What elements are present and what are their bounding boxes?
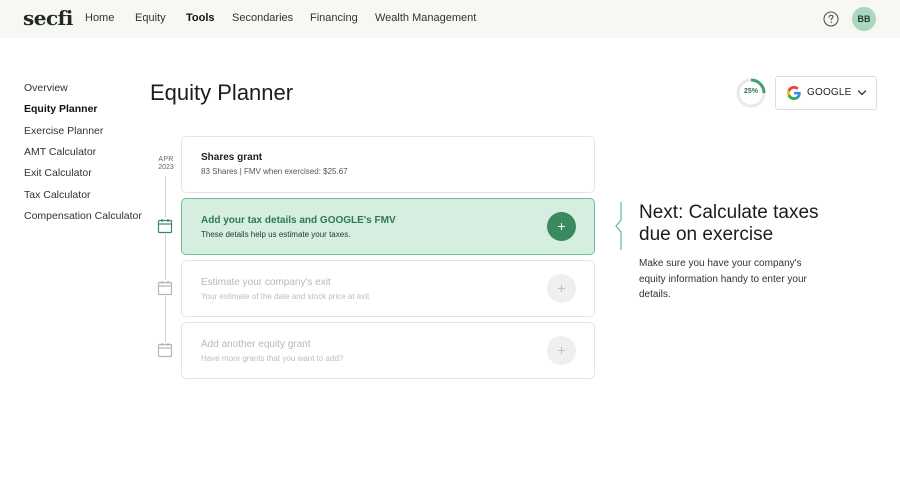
add-grant-card[interactable]: Add another equity grant Have more grant…: [181, 322, 595, 379]
card-subtitle: 83 Shares | FMV when exercised: $25.67: [201, 167, 348, 176]
google-icon: [787, 86, 801, 100]
sidebar-item-exercise-planner[interactable]: Exercise Planner: [24, 125, 103, 137]
card-title: Estimate your company's exit: [201, 277, 331, 288]
sidebar-item-equity-planner[interactable]: Equity Planner: [24, 103, 98, 115]
calendar-icon: [157, 218, 173, 234]
add-tax-details-button[interactable]: +: [547, 212, 576, 241]
nav-home[interactable]: Home: [85, 12, 114, 24]
progress-percent: 25%: [743, 88, 758, 95]
next-step-description: Make sure you have your company's equity…: [639, 258, 807, 300]
timeline-line: [165, 296, 166, 344]
user-avatar[interactable]: BB: [852, 7, 876, 31]
next-step-title: Next: Calculate taxes due on exercise: [639, 202, 819, 245]
chevron-down-icon: [857, 90, 867, 96]
nav-financing[interactable]: Financing: [310, 12, 358, 24]
timeline-line: [165, 176, 166, 220]
sidebar-item-compensation-calculator[interactable]: Compensation Calculator: [24, 210, 142, 222]
sidebar-item-tax-calculator[interactable]: Tax Calculator: [24, 189, 91, 201]
timeline-date-year: 2023: [158, 164, 174, 171]
timeline-line: [165, 234, 166, 282]
sidebar-item-amt-calculator[interactable]: AMT Calculator: [24, 146, 96, 158]
page-title: Equity Planner: [150, 80, 294, 105]
estimate-exit-card[interactable]: Estimate your company's exit Your estima…: [181, 260, 595, 317]
card-title: Add your tax details and GOOGLE's FMV: [201, 215, 396, 226]
nav-wealth-management[interactable]: Wealth Management: [375, 12, 476, 24]
calendar-icon: [157, 280, 173, 296]
help-icon[interactable]: [823, 11, 839, 27]
nav-tools[interactable]: Tools: [186, 12, 215, 24]
card-title: Add another equity grant: [201, 339, 311, 350]
secfi-logo[interactable]: secfi: [23, 6, 73, 30]
timeline-date-month: APR: [158, 156, 174, 163]
card-subtitle: These details help us estimate your taxe…: [201, 230, 351, 239]
sidebar-item-overview[interactable]: Overview: [24, 82, 68, 94]
nav-equity[interactable]: Equity: [135, 12, 166, 24]
tax-details-card[interactable]: Add your tax details and GOOGLE's FMV Th…: [181, 198, 595, 255]
company-name: GOOGLE: [807, 87, 852, 98]
card-subtitle: Have more grants that you want to add?: [201, 354, 344, 363]
company-select[interactable]: GOOGLE: [775, 76, 877, 110]
add-exit-estimate-button[interactable]: +: [547, 274, 576, 303]
card-title: Shares grant: [201, 152, 263, 163]
sidebar-item-exit-calculator[interactable]: Exit Calculator: [24, 167, 92, 179]
step-bracket: [615, 202, 622, 250]
top-nav: secfi Home Equity Tools Secondaries Fina…: [0, 0, 900, 38]
plus-icon: +: [557, 342, 566, 358]
plus-icon: +: [557, 218, 566, 234]
card-subtitle: Your estimate of the date and stock pric…: [201, 292, 370, 301]
plus-icon: +: [557, 280, 566, 296]
shares-grant-card[interactable]: Shares grant 83 Shares | FMV when exerci…: [181, 136, 595, 193]
calendar-icon: [157, 342, 173, 358]
add-equity-grant-button[interactable]: +: [547, 336, 576, 365]
nav-secondaries[interactable]: Secondaries: [232, 12, 293, 24]
